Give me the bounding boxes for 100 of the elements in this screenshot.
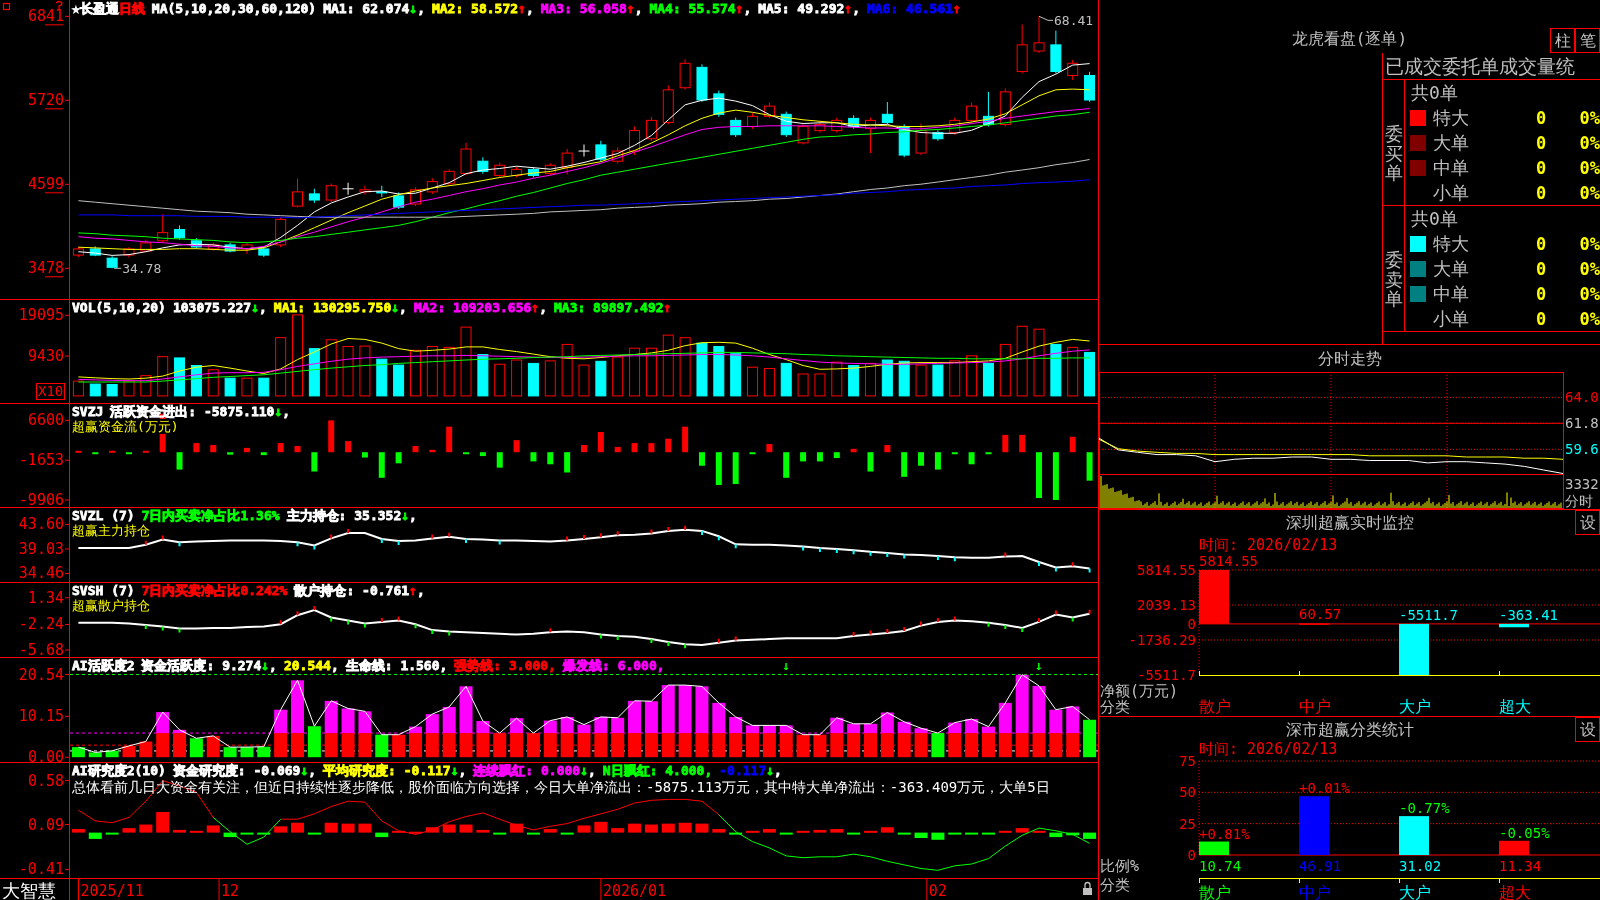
axis-caption: 分类	[1100, 876, 1130, 894]
settings-button[interactable]: 设	[1575, 510, 1600, 535]
activity-bar	[139, 741, 153, 758]
panel-title: 深市超赢分类统计	[1285, 720, 1414, 739]
fund-flow-bar	[513, 440, 520, 453]
order-share: 0%	[1579, 157, 1600, 178]
research-bar	[206, 825, 220, 833]
volume-bar	[325, 339, 337, 397]
legend-text: MA1: 62.074	[323, 1, 410, 16]
legend-text: ↑	[735, 1, 744, 16]
candlestick	[578, 144, 590, 157]
legend-text: MA3: 56.058	[540, 1, 627, 16]
legend-text: MA(5,10,20,30,60,120)	[151, 1, 317, 16]
legend-text: ,	[634, 1, 643, 16]
candlestick	[780, 111, 792, 138]
group-label: 委买单	[1384, 123, 1403, 184]
research-bar	[779, 832, 793, 835]
legend-text: 散户持仓: -0.761	[294, 583, 410, 598]
legend-text: MA2: 58.572	[431, 1, 519, 16]
volume-bar	[999, 343, 1011, 397]
candlestick	[561, 148, 573, 175]
legend-text: 20.544	[283, 658, 331, 673]
order-total: 共0单	[1411, 208, 1458, 229]
legend-text: ↓	[251, 300, 260, 315]
price-tick-label: 59.6	[1565, 441, 1599, 458]
research-bar	[1066, 832, 1080, 836]
candlestick	[1067, 59, 1079, 81]
activity-bar	[88, 752, 102, 758]
volume-bar	[713, 346, 725, 397]
volume-bar	[527, 362, 539, 397]
view-mode-button[interactable]: 笔	[1575, 28, 1600, 53]
volume-bar	[174, 357, 186, 397]
activity-bar	[425, 733, 439, 758]
order-count: 0	[1535, 233, 1547, 254]
fund-flow-bar	[968, 452, 975, 465]
axis-tick-label: 5814.55	[1137, 562, 1196, 578]
unit-label: X10	[36, 383, 66, 400]
order-size-label: 大单	[1433, 258, 1469, 279]
fund-flow-bar	[665, 438, 672, 453]
research-bar	[611, 828, 625, 833]
candlestick	[190, 237, 202, 250]
candlestick	[730, 117, 742, 138]
candlestick	[848, 114, 860, 130]
view-mode-button[interactable]: 柱	[1550, 28, 1575, 53]
fund-flow-bar	[193, 443, 200, 453]
legend-text: MA5: 49.292	[758, 1, 845, 16]
candlestick	[747, 112, 759, 130]
volume-bar	[595, 360, 607, 397]
legend-text: AI活跃度2	[72, 658, 135, 673]
legend-text: AI研究度2(10)	[72, 763, 166, 778]
research-bar	[341, 823, 355, 833]
axis-tick-label: 25	[1179, 815, 1196, 832]
research-bar	[628, 823, 642, 833]
research-bar	[173, 829, 187, 833]
brand-name: 大智慧	[2, 880, 56, 900]
legend-text: ↓	[391, 300, 400, 315]
order-count: 0	[1535, 107, 1547, 128]
fund-flow-bar	[732, 452, 739, 485]
research-bar	[324, 822, 338, 833]
fund-flow-bar	[126, 452, 132, 455]
research-bar	[526, 832, 540, 835]
activity-bar	[442, 706, 456, 734]
axis-tick-label: -5.68	[18, 641, 64, 657]
fund-flow-bar	[210, 445, 217, 453]
legend-text: MA3: 89897.492	[554, 300, 664, 315]
research-bar	[1015, 828, 1029, 833]
axis-tick-label: 10.15	[18, 707, 64, 726]
research-bar	[796, 830, 810, 833]
order-count: 0	[1535, 258, 1547, 279]
activity-bar	[206, 735, 220, 758]
axis-tick-label: -5511.7	[1137, 667, 1196, 683]
volume-bar	[224, 377, 236, 397]
fund-flow-bar	[766, 444, 773, 453]
activity-bar	[324, 700, 338, 734]
activity-bar	[493, 733, 507, 758]
fund-flow-bar	[243, 447, 250, 453]
axis-tick-label: 34.46	[18, 564, 64, 582]
activity-bar	[341, 708, 355, 734]
share-bar	[1199, 841, 1229, 855]
candlestick	[662, 84, 674, 125]
research-bar	[425, 827, 439, 833]
candlestick	[174, 224, 186, 241]
volume-bar	[1084, 351, 1096, 397]
candlestick	[123, 246, 135, 259]
candlestick	[1084, 71, 1096, 103]
volume-bar	[629, 347, 641, 397]
candlestick	[410, 186, 421, 207]
volume-bar	[645, 347, 657, 397]
research-bar	[358, 823, 372, 833]
legend-text: SVSH (7)	[72, 583, 135, 598]
activity-bar	[274, 733, 288, 758]
research-bar	[695, 823, 709, 833]
candlestick	[258, 245, 270, 258]
legend-text: 强势线: 3.000,	[454, 658, 556, 673]
settings-button[interactable]: 设	[1575, 717, 1600, 742]
volume-bar	[460, 326, 472, 397]
activity-bar	[644, 733, 658, 758]
fund-flow-bar	[142, 450, 149, 453]
fund-flow-bar	[294, 445, 301, 453]
research-bar	[442, 824, 456, 833]
